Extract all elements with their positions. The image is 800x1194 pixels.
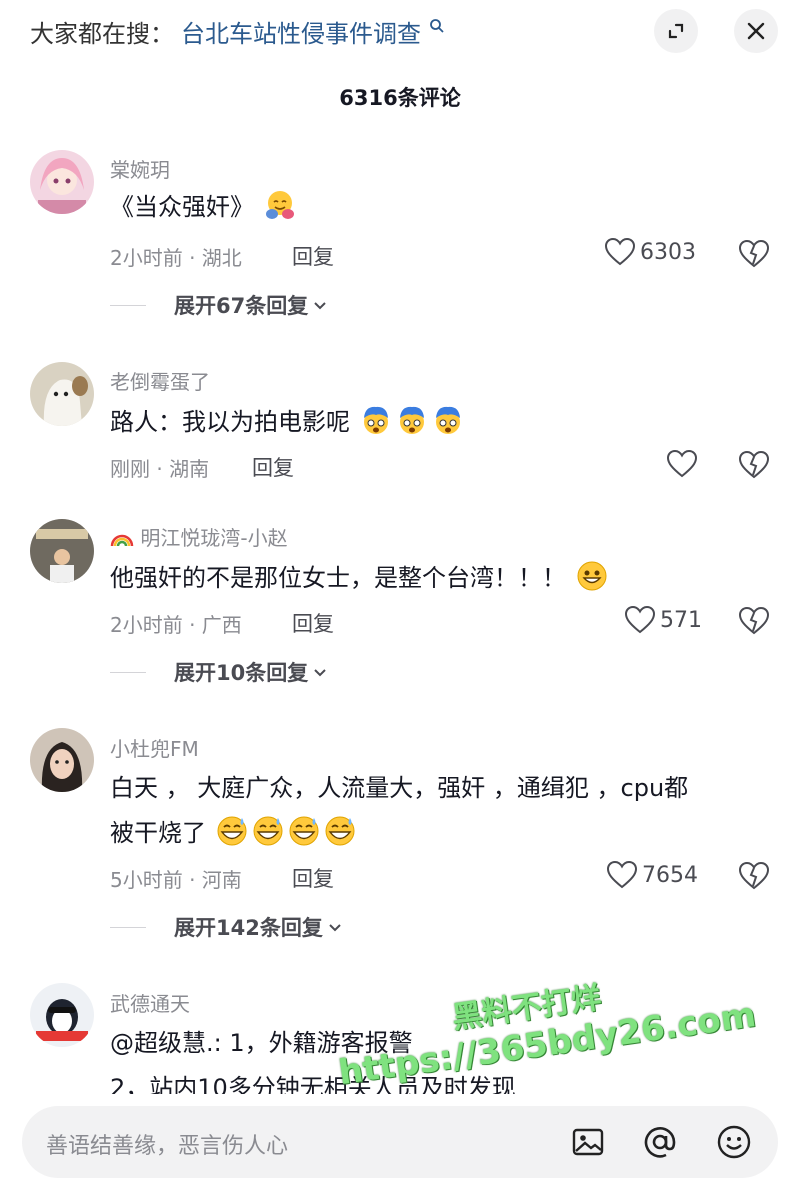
comment-text-content: 路人：我以为拍电影呢 (110, 408, 350, 436)
rainbow-emoji (110, 534, 134, 547)
search-icon (429, 19, 444, 33)
mention-icon[interactable] (642, 1124, 678, 1160)
like-button[interactable]: 7654 (606, 860, 698, 890)
grinning-sweat-emoji (325, 816, 355, 846)
reply-button[interactable]: 回复 (292, 863, 334, 893)
heart-icon (604, 237, 636, 266)
comment-text-line2: 被干烧了 (110, 811, 358, 855)
like-button[interactable] (666, 449, 698, 479)
exploding-head-emoji (399, 406, 424, 434)
comment-input-bar[interactable]: 善语结善缘，恶言伤人心 (22, 1106, 778, 1178)
expand-replies-button[interactable]: 展开67条回复 (110, 290, 328, 320)
exploding-head-emoji (435, 406, 460, 434)
search-suggestion-link[interactable]: 台北车站性侵事件调查 (181, 14, 445, 49)
divider-line (110, 671, 146, 673)
like-count: 7654 (642, 862, 698, 888)
expand-button[interactable] (654, 9, 698, 53)
expand-replies-label[interactable]: 展开142条回复 (174, 912, 323, 942)
dislike-icon[interactable] (738, 238, 770, 270)
comment-text: 他强奸的不是那位女士，是整个台湾！！！ (110, 556, 610, 600)
exploding-head-emoji (363, 406, 388, 434)
emoji-icon[interactable] (716, 1124, 752, 1160)
comment-meta: 刚刚 · 湖南 (110, 457, 210, 481)
comment-input-placeholder[interactable]: 善语结善缘，恶言伤人心 (46, 1128, 288, 1160)
expand-replies-label[interactable]: 展开10条回复 (174, 657, 308, 687)
comment-text-content: 他强奸的不是那位女士，是整个台湾！！！ (110, 564, 566, 592)
expand-replies-button[interactable]: 展开142条回复 (110, 912, 343, 942)
watermark-text-1: 黑料不打烊 (449, 980, 604, 1036)
comment-count-title: 6316条评论 (339, 86, 461, 110)
image-icon[interactable] (570, 1124, 606, 1160)
reply-button[interactable]: 回复 (252, 452, 294, 482)
top-bar: 大家都在搜： 台北车站性侵事件调查 (0, 0, 800, 62)
avatar[interactable] (30, 983, 94, 1047)
smiley-emoji (577, 561, 607, 591)
comment-text-line1: 白天 ， 大庭广众，人流量大，强奸 ，通缉犯 ，cpu都 (110, 774, 689, 802)
chevron-down-icon (314, 302, 326, 310)
close-icon (747, 22, 765, 40)
avatar[interactable] (30, 519, 94, 583)
comment-username[interactable]: 明江悦珑湾-小赵 (110, 522, 288, 551)
comment-text-line2: 2，站内10多分钟无相关人员及时发现 (110, 1074, 516, 1094)
heart-icon (624, 605, 656, 634)
avatar[interactable] (30, 362, 94, 426)
divider-line (110, 304, 146, 306)
like-button[interactable]: 6303 (604, 237, 696, 267)
comment-text-line1: @超级慧.: 1，外籍游客报警 (110, 1029, 413, 1057)
comment-text: 路人：我以为拍电影呢 (110, 400, 466, 444)
heart-icon (606, 860, 638, 889)
avatar[interactable] (30, 728, 94, 792)
comment-meta: 2小时前 · 广西 (110, 613, 242, 637)
comment-text: 《当众强奸》 (110, 185, 298, 229)
expand-replies-button[interactable]: 展开10条回复 (110, 657, 328, 687)
comment-username[interactable]: 棠婉玥 (110, 154, 170, 183)
avatar[interactable] (30, 150, 94, 214)
dislike-icon[interactable] (738, 449, 770, 481)
chevron-down-icon (314, 669, 326, 677)
divider-line (110, 926, 146, 928)
comment-meta: 2小时前 · 湖北 (110, 246, 242, 270)
reply-button[interactable]: 回复 (292, 241, 334, 271)
like-button[interactable]: 571 (624, 605, 702, 635)
hugging-face-emoji (265, 191, 294, 219)
search-suggestion-query[interactable]: 台北车站性侵事件调查 (181, 20, 421, 48)
like-count: 571 (660, 607, 702, 633)
close-button[interactable] (734, 9, 778, 53)
comment-username-text[interactable]: 明江悦珑湾-小赵 (140, 526, 287, 550)
comment-username[interactable]: 武德通天 (110, 988, 190, 1017)
grinning-sweat-emoji (253, 816, 283, 846)
grinning-sweat-emoji (289, 816, 319, 846)
comment-text-content: 《当众强奸》 (110, 193, 254, 221)
comment-text-clip: 2，站内10多分钟无相关人员及时发现 (0, 1066, 800, 1094)
search-suggestion-prefix: 大家都在搜： (30, 20, 174, 48)
expand-replies-label[interactable]: 展开67条回复 (174, 290, 308, 320)
grinning-sweat-emoji (217, 816, 247, 846)
comment-username[interactable]: 小杜兜FM (110, 733, 199, 762)
expand-icon (668, 23, 684, 39)
comment-text-content: 被干烧了 (110, 819, 206, 847)
like-count: 6303 (640, 239, 696, 265)
reply-button[interactable]: 回复 (292, 608, 334, 638)
chevron-down-icon (329, 924, 341, 932)
heart-icon (666, 449, 698, 478)
dislike-icon[interactable] (738, 605, 770, 637)
comment-username[interactable]: 老倒霉蛋了 (110, 366, 210, 395)
comment-meta: 5小时前 · 河南 (110, 868, 242, 892)
dislike-icon[interactable] (738, 860, 770, 892)
